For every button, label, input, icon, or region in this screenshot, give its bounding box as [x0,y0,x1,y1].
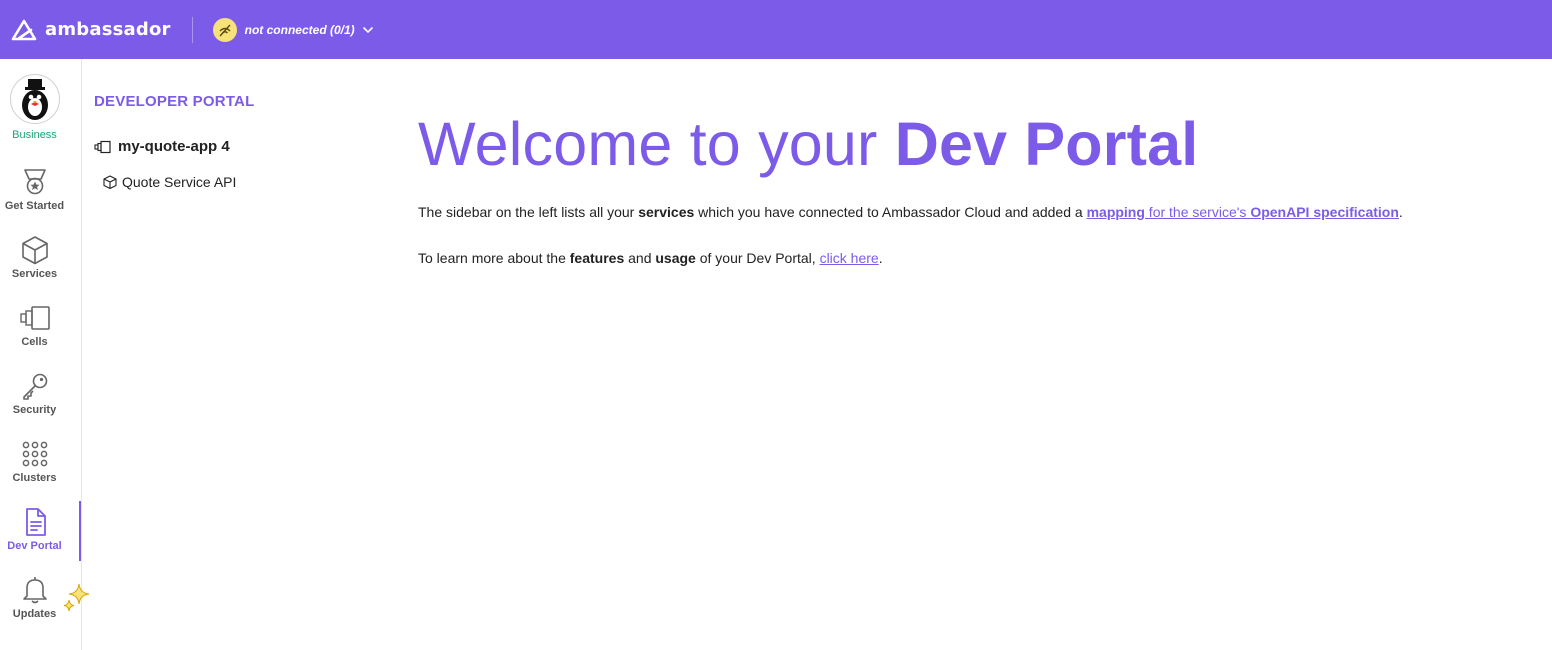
developer-portal-sidebar: DEVELOPER PORTAL my-quote-app 4 Quote Se… [82,59,382,650]
sidebar-title: DEVELOPER PORTAL [94,93,255,110]
nav-label: Security [12,404,57,416]
nav-updates[interactable]: Updates [0,575,69,620]
nav-services[interactable]: Services [0,235,69,280]
sidebar-service-item[interactable]: Quote Service API [103,174,236,190]
nav-rail: Business Get Started Services Cells Secu… [0,59,90,650]
nav-label: Clusters [12,472,57,484]
penguin-mascot-icon [21,79,48,120]
page-title: Welcome to your Dev Portal [418,110,1199,178]
nav-dev-portal[interactable]: Dev Portal [0,507,69,552]
nav-clusters[interactable]: Clusters [0,439,69,484]
intro-paragraph: The sidebar on the left lists all your s… [418,204,1403,221]
ambassador-logo-icon [11,19,37,40]
nav-cells[interactable]: Cells [0,303,69,348]
cells-icon [19,306,50,330]
plan-label: Business [12,129,57,141]
brand[interactable]: ambassador [10,18,171,42]
active-indicator [79,501,81,561]
connection-status-dropdown[interactable]: not connected (0/1) [212,17,374,42]
chevron-down-icon [362,26,373,33]
sidebar-app-item[interactable]: my-quote-app 4 [94,138,230,155]
nav-label: Dev Portal [7,540,62,552]
cube-icon [103,175,117,189]
nav-security[interactable]: Security [0,371,69,416]
cube-icon [21,236,48,265]
account[interactable]: Business [0,74,69,141]
mapping-openapi-link[interactable]: mapping for the service's OpenAPI specif… [1087,204,1399,220]
disconnected-icon [212,17,237,42]
nav-get-started[interactable]: Get Started [0,167,69,212]
top-bar: ambassador not connected (0/1) [0,0,1552,59]
click-here-link[interactable]: click here [820,250,879,266]
nav-label: Get Started [4,200,65,212]
connection-status-text: not connected (0/1) [244,22,355,37]
app-name: my-quote-app 4 [118,138,230,155]
nav-label: Updates [12,608,57,620]
grid-dots-icon [22,441,47,467]
service-name: Quote Service API [122,174,237,190]
topbar-divider [191,16,193,43]
learn-more-paragraph: To learn more about the features and usa… [418,250,883,267]
bell-icon [22,577,47,604]
main-content: Welcome to your Dev Portal The sidebar o… [418,59,1548,266]
nav-label: Cells [21,336,48,348]
document-icon [25,508,46,536]
brand-name: ambassador [45,19,171,40]
key-icon [22,373,47,400]
nav-label: Services [11,268,58,280]
medal-icon [23,169,46,195]
avatar[interactable] [9,74,60,124]
cells-icon [94,140,111,153]
